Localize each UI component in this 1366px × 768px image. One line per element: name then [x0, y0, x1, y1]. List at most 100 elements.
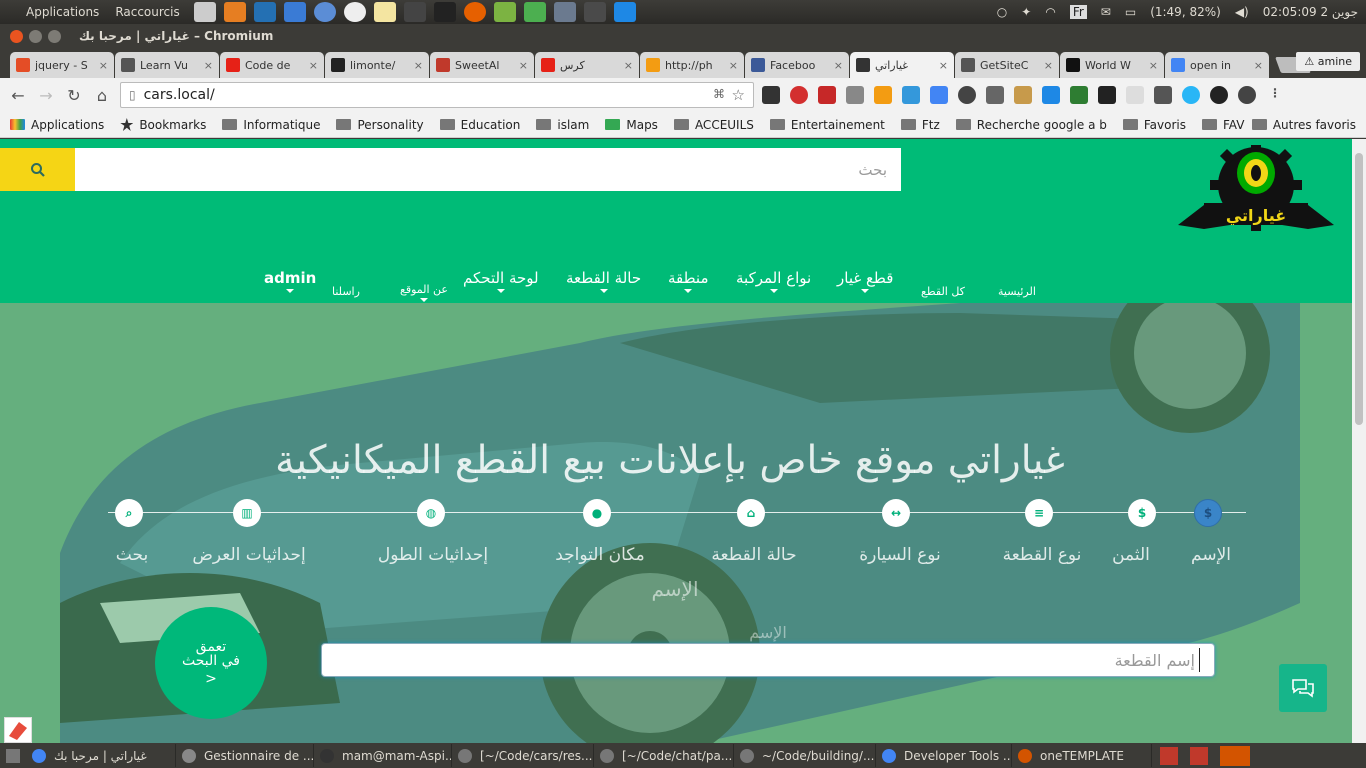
taskbar-window[interactable]: [~/Code/cars/res... — [452, 744, 594, 767]
window-extension-icon[interactable] — [902, 86, 920, 104]
hi-extension-icon[interactable] — [1042, 86, 1060, 104]
step-2-button[interactable]: $ — [1128, 499, 1156, 527]
sublime-launcher-icon[interactable] — [583, 2, 606, 22]
page-scrollbar[interactable] — [1352, 139, 1366, 743]
bookmark-item[interactable]: Applications — [10, 118, 104, 132]
timer-extension-icon[interactable] — [1070, 86, 1088, 104]
step-9-button[interactable]: ⌕ — [115, 499, 143, 527]
maximize-window-button[interactable] — [48, 29, 61, 43]
close-window-button[interactable] — [10, 29, 23, 43]
address-bar[interactable]: ▯ cars.local/ ⌘ ☆ — [120, 82, 754, 108]
bookmark-item[interactable]: islam — [536, 118, 589, 132]
bookmark-star-icon[interactable]: ☆ — [732, 86, 745, 104]
vuejs-extension-icon[interactable] — [1154, 86, 1172, 104]
spy-extension-icon[interactable] — [762, 86, 780, 104]
step-6-button[interactable]: ● — [583, 499, 611, 527]
bookmark-item[interactable]: Bookmarks — [120, 118, 206, 132]
shield-extension-icon[interactable] — [846, 86, 864, 104]
close-tab-icon[interactable]: × — [1044, 59, 1053, 72]
contrast-extension-icon[interactable] — [1238, 86, 1256, 104]
quran-extension-icon[interactable] — [1098, 86, 1116, 104]
check-extension-icon[interactable] — [1182, 86, 1200, 104]
scrollbar-thumb[interactable] — [1355, 153, 1363, 425]
taskbar-window[interactable]: oneTEMPLATE — [1012, 744, 1152, 767]
browser-tab[interactable]: Code de × — [220, 52, 324, 78]
check-launcher-icon[interactable] — [493, 2, 516, 22]
browser-tab[interactable]: limonte/ × — [325, 52, 429, 78]
close-tab-icon[interactable]: × — [729, 59, 738, 72]
applications-menu[interactable]: Applications — [0, 5, 107, 19]
profile-button[interactable]: ⚠ amine — [1296, 52, 1360, 71]
browser-tab[interactable]: jquery - S × — [10, 52, 114, 78]
clock[interactable]: 02:05:09 2 جوين — [1263, 5, 1358, 19]
taskbar-window[interactable]: ~/Code/building/... — [734, 744, 876, 767]
step-7-button[interactable]: ◍ — [417, 499, 445, 527]
step-5-button[interactable]: ⌂ — [737, 499, 765, 527]
close-tab-icon[interactable]: × — [519, 59, 528, 72]
close-tab-icon[interactable]: × — [939, 59, 948, 72]
bookmark-item[interactable]: ACCEUILS — [673, 118, 754, 132]
translate-icon[interactable]: ⌘ — [713, 87, 725, 101]
bf-extension-icon[interactable] — [874, 86, 892, 104]
bookmark-item[interactable]: Entertainement — [769, 118, 885, 132]
close-tab-icon[interactable]: × — [1149, 59, 1158, 72]
close-tab-icon[interactable]: × — [834, 59, 843, 72]
browser-tab[interactable]: open in × — [1165, 52, 1269, 78]
browser-tab[interactable]: World W × — [1060, 52, 1164, 78]
browser-tab[interactable]: غياراتي × — [850, 52, 954, 78]
browser-tab[interactable]: GetSiteC × — [955, 52, 1059, 78]
nav-region[interactable]: منطقة — [668, 269, 709, 293]
inkscape-launcher-icon[interactable] — [403, 2, 426, 22]
dropbox-icon[interactable]: ✦ — [1021, 5, 1031, 19]
taskbar-window[interactable]: Developer Tools ... — [876, 744, 1012, 767]
hammer-extension-icon[interactable] — [1014, 86, 1032, 104]
forward-icon[interactable]: → — [32, 86, 60, 105]
close-tab-icon[interactable]: × — [1254, 59, 1263, 72]
part-name-input[interactable]: إسم القطعة — [321, 643, 1215, 677]
webstorm-launcher-icon[interactable] — [613, 2, 636, 22]
files-launcher-icon[interactable] — [223, 2, 246, 22]
nav-vehicle-types[interactable]: نواع المركبة — [736, 269, 811, 293]
nav-admin[interactable]: admin — [264, 269, 316, 293]
site-search-input[interactable]: بحث — [75, 148, 901, 191]
mail-icon[interactable]: ✉ — [1101, 5, 1111, 19]
taskbar-window[interactable]: mam@mam-Aspi... — [314, 744, 452, 767]
close-tab-icon[interactable]: × — [414, 59, 423, 72]
bookmark-item[interactable]: Personality — [336, 118, 424, 132]
taskbar-window[interactable]: [~/Code/chat/pa... — [594, 744, 734, 767]
laravel-debug-icon[interactable] — [4, 717, 32, 743]
bulb-icon[interactable]: ○ — [997, 5, 1007, 19]
json-extension-icon[interactable] — [1126, 86, 1144, 104]
vscode-launcher-icon[interactable] — [253, 2, 276, 22]
bookmark-extension-icon[interactable] — [818, 86, 836, 104]
notes-launcher-icon[interactable] — [373, 2, 396, 22]
opera-launcher-icon[interactable] — [343, 2, 366, 22]
wifi-icon[interactable]: ◠ — [1045, 5, 1055, 19]
adblock-extension-icon[interactable] — [790, 86, 808, 104]
keyboard-layout[interactable]: Fr — [1069, 5, 1087, 19]
menu-icon[interactable]: ⋮ — [1266, 86, 1284, 104]
chat-button[interactable] — [1279, 664, 1327, 712]
bookmark-other-favorites[interactable]: Autres favoris — [1251, 118, 1356, 132]
nav-contact[interactable]: راسلنا — [332, 285, 360, 298]
spy-launcher-icon[interactable] — [433, 2, 456, 22]
tray-app-icon[interactable] — [1190, 746, 1208, 765]
chromium-launcher-icon[interactable] — [313, 2, 336, 22]
close-tab-icon[interactable]: × — [624, 59, 633, 72]
nav-dashboard[interactable]: لوحة التحكم — [463, 269, 539, 293]
show-desktop-icon[interactable] — [6, 748, 20, 763]
nav-all-parts[interactable]: كل القطع — [921, 285, 965, 298]
step-1-button[interactable]: $ — [1194, 499, 1222, 527]
browser-tab[interactable]: SweetAl × — [430, 52, 534, 78]
pen-extension-icon[interactable] — [986, 86, 1004, 104]
tray-app-icon[interactable] — [1220, 745, 1250, 766]
battery-icon[interactable]: ▭ — [1125, 5, 1136, 19]
bookmark-item[interactable]: Informatique — [222, 118, 320, 132]
firefox-launcher-icon[interactable] — [463, 2, 486, 22]
nav-part-state[interactable]: حالة القطعة — [566, 269, 641, 293]
close-tab-icon[interactable]: × — [204, 59, 213, 72]
bookmark-item[interactable]: Favoris — [1122, 118, 1186, 132]
bookmark-item[interactable]: Recherche google a b — [955, 118, 1107, 132]
tray-app-icon[interactable] — [1160, 746, 1178, 765]
nav-spare-parts[interactable]: قطع غيار — [837, 269, 893, 293]
